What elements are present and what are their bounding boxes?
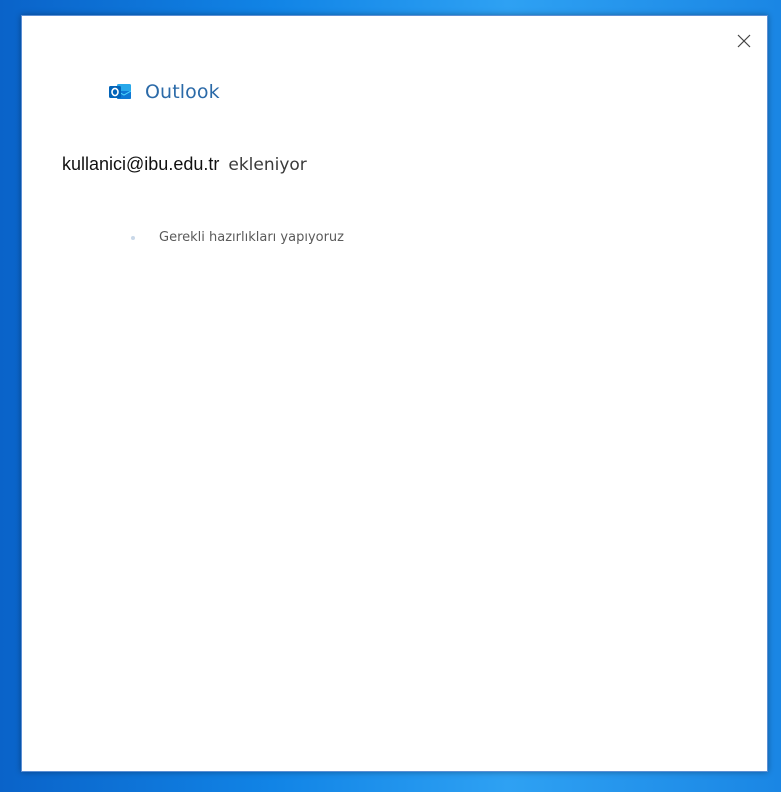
app-brand: Outlook (108, 80, 220, 104)
close-button[interactable] (731, 28, 757, 54)
account-email: kullanici@ibu.edu.tr (62, 154, 220, 174)
progress-row: Gerekli hazırlıkları yapıyoruz (131, 230, 344, 245)
add-account-dialog: Outlook kullanici@ibu.edu.tr ekleniyor G… (21, 15, 768, 772)
outlook-logo-icon (109, 84, 132, 99)
app-name: Outlook (145, 81, 220, 103)
account-adding-heading: kullanici@ibu.edu.tr ekleniyor (62, 154, 307, 175)
desktop-background: Outlook kullanici@ibu.edu.tr ekleniyor G… (0, 0, 781, 792)
close-icon (737, 34, 751, 48)
progress-message: Gerekli hazırlıkları yapıyoruz (159, 230, 344, 245)
account-status-label: ekleniyor (228, 155, 307, 175)
progress-spinner (131, 235, 135, 240)
